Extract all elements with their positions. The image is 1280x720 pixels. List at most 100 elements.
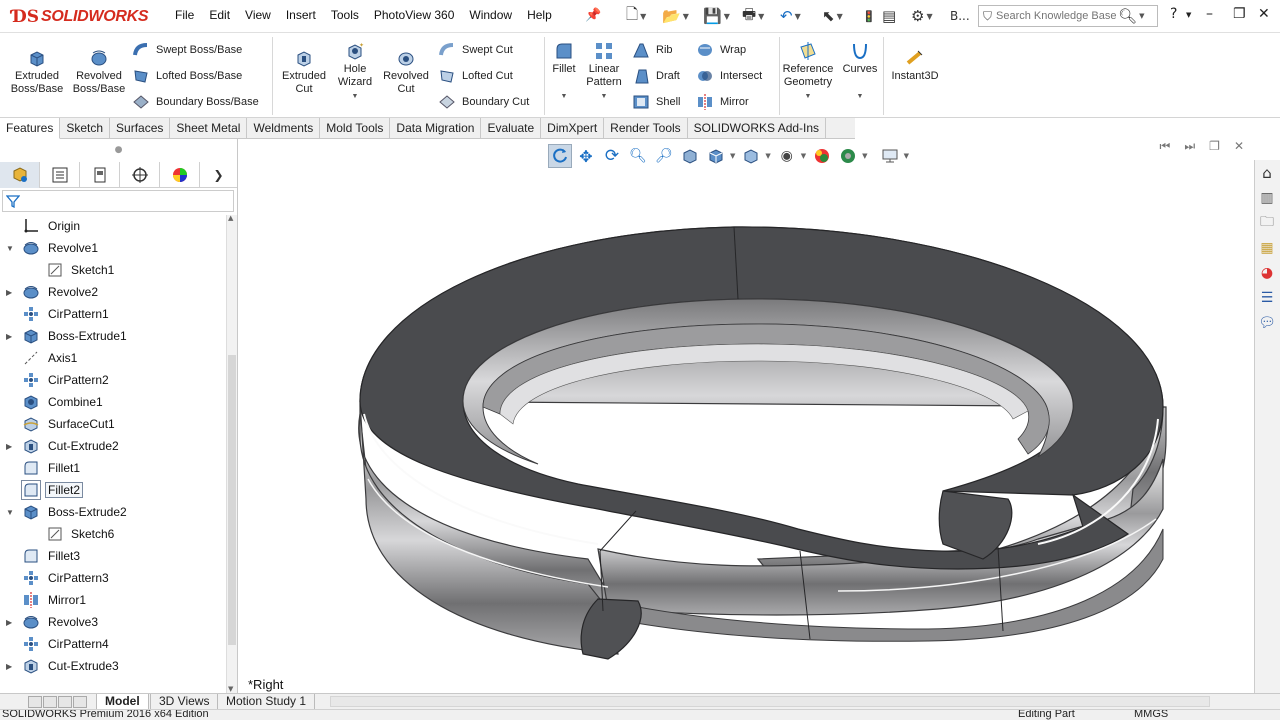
propertymanager-tab[interactable]	[40, 162, 80, 188]
tree-item[interactable]: CirPattern2	[0, 369, 226, 391]
intersect-button[interactable]: Intersect	[696, 67, 762, 85]
curves-button[interactable]: Curves ▼	[840, 41, 880, 103]
tree-item[interactable]: ▶ Revolve3	[0, 611, 226, 633]
save-button[interactable]: 💾 ▼	[703, 6, 730, 26]
quick-access-overflow[interactable]: B...	[950, 6, 970, 26]
new-document-button[interactable]: 🗋 ▼	[626, 5, 646, 26]
appearances-button[interactable]: ◕	[1255, 261, 1279, 285]
collapse-icon[interactable]: ▼	[6, 244, 16, 253]
tab-motion-study-1[interactable]: Motion Study 1	[217, 694, 316, 710]
tree-item[interactable]: Fillet3	[0, 545, 226, 567]
reference-geometry-dropdown-icon[interactable]: ▼	[780, 90, 836, 103]
tab-sketch[interactable]: Sketch	[60, 118, 111, 139]
scroll-thumb[interactable]	[228, 355, 236, 645]
menu-insert[interactable]: Insert	[286, 8, 316, 22]
swept-boss-button[interactable]: Swept Boss/Base	[132, 41, 242, 59]
tree-item[interactable]: ▶ Revolve2	[0, 281, 226, 303]
menu-window[interactable]: Window	[469, 8, 512, 22]
status-units[interactable]: MMGS	[1134, 710, 1168, 720]
tree-filter[interactable]	[2, 190, 234, 212]
displaymanager-tab[interactable]	[160, 162, 200, 188]
configurationmanager-tab[interactable]	[80, 162, 120, 188]
help-icon[interactable]: ?	[1170, 6, 1177, 22]
tree-item[interactable]: SurfaceCut1	[0, 413, 226, 435]
print-button[interactable]: 🖶 ▼	[742, 5, 764, 26]
solidworks-logo[interactable]: ƊS SOLIDWORKS	[12, 6, 149, 28]
search-dropdown-icon[interactable]: ▼	[1139, 12, 1144, 20]
tab-features[interactable]: Features	[0, 118, 61, 139]
reference-geometry-button[interactable]: Reference Geometry ▼	[780, 41, 836, 103]
scroll-up-icon[interactable]: ▲	[228, 214, 233, 222]
revolved-boss-button[interactable]: Revolved Boss/Base	[70, 48, 128, 96]
help-dropdown-icon[interactable]: ▼	[1186, 11, 1191, 19]
menu-help[interactable]: Help	[527, 8, 552, 22]
collapse-icon[interactable]: ▼	[6, 508, 16, 517]
lofted-cut-button[interactable]: Lofted Cut	[438, 67, 513, 85]
featuremanager-tab[interactable]	[0, 162, 40, 188]
split-ring-part-model[interactable]	[238, 139, 1254, 693]
tree-item[interactable]: Combine1	[0, 391, 226, 413]
forum-button[interactable]: 💬︎	[1255, 311, 1279, 335]
tree-item[interactable]: Origin	[0, 215, 226, 237]
swept-cut-button[interactable]: Swept Cut	[438, 41, 513, 59]
menu-file[interactable]: File	[175, 8, 194, 22]
linear-pattern-dropdown-icon[interactable]: ▼	[582, 90, 626, 103]
tree-item[interactable]: Sketch1	[0, 259, 226, 281]
tab-sheet-metal[interactable]: Sheet Metal	[170, 118, 248, 139]
restore-icon[interactable]: ❐	[1233, 6, 1246, 22]
instant3d-button[interactable]: Instant3D	[886, 48, 944, 83]
tree-item[interactable]: CirPattern3	[0, 567, 226, 589]
dimxpertmanager-tab[interactable]	[120, 162, 160, 188]
close-icon[interactable]: ✕	[1258, 6, 1270, 22]
design-library-button[interactable]: ▥	[1255, 186, 1279, 210]
extruded-cut-button[interactable]: Extruded Cut	[276, 48, 332, 96]
tab-scroll-buttons[interactable]	[28, 696, 88, 708]
menu-photoview[interactable]: PhotoView 360	[374, 8, 455, 22]
tree-scrollbar[interactable]: ▲ ▼	[226, 214, 237, 693]
tree-item[interactable]: Fillet2	[0, 479, 226, 501]
tree-item[interactable]: Sketch6	[0, 523, 226, 545]
expand-icon[interactable]: ▶	[6, 662, 16, 671]
scroll-down-icon[interactable]: ▼	[228, 685, 233, 693]
expand-icon[interactable]: ▶	[6, 332, 16, 341]
rib-button[interactable]: Rib	[632, 41, 673, 59]
search-box[interactable]: ⛉ 🔍︎ ▼	[978, 5, 1158, 27]
minimize-icon[interactable]: –	[1206, 6, 1213, 22]
wrap-button[interactable]: Wrap	[696, 41, 746, 59]
expand-icon[interactable]: ▶	[6, 442, 16, 451]
search-input[interactable]	[996, 10, 1117, 22]
menu-tools[interactable]: Tools	[331, 8, 359, 22]
tab-render-tools[interactable]: Render Tools	[604, 118, 688, 139]
menu-edit[interactable]: Edit	[209, 8, 230, 22]
view-palette-button[interactable]: ▦	[1255, 236, 1279, 260]
boundary-cut-button[interactable]: Boundary Cut	[438, 93, 529, 111]
rebuild-button[interactable]: 🚦	[862, 6, 876, 26]
search-icon[interactable]: 🔍︎	[1118, 7, 1137, 25]
expand-icon[interactable]: ▶	[6, 618, 16, 627]
hole-wizard-button[interactable]: ✦ Hole Wizard ▼	[330, 41, 380, 103]
tab-surfaces[interactable]: Surfaces	[110, 118, 171, 139]
tab-weldments[interactable]: Weldments	[247, 118, 321, 139]
tree-item[interactable]: Mirror1	[0, 589, 226, 611]
curves-dropdown-icon[interactable]: ▼	[840, 90, 880, 103]
panel-grip[interactable]: ●	[0, 139, 237, 161]
tab-3d-views[interactable]: 3D Views	[150, 694, 219, 710]
graphics-area[interactable]: ✥ ⟳ 🔍︎ 🔎︎ ▼ ▼ ◉ ▼ ▼ ▼ ⏮ ⏭ ❐ ✕ *Right	[238, 139, 1254, 693]
tree-item[interactable]: Fillet1	[0, 457, 226, 479]
file-explorer-button[interactable]: 🗀	[1255, 211, 1279, 235]
boundary-boss-button[interactable]: Boundary Boss/Base	[132, 93, 259, 111]
tree-item[interactable]: ▶ Cut-Extrude2	[0, 435, 226, 457]
tree-item[interactable]: ▼ Revolve1	[0, 237, 226, 259]
tab-mold-tools[interactable]: Mold Tools	[320, 118, 391, 139]
menu-view[interactable]: View	[245, 8, 271, 22]
tree-item[interactable]: CirPattern4	[0, 633, 226, 655]
lofted-boss-button[interactable]: Lofted Boss/Base	[132, 67, 242, 85]
shell-button[interactable]: Shell	[632, 93, 680, 111]
options-button[interactable]: ⚙ ▼	[911, 6, 933, 26]
expand-icon[interactable]: ▶	[6, 288, 16, 297]
fillet-button[interactable]: Fillet ▼	[548, 41, 580, 103]
fillet-dropdown-icon[interactable]: ▼	[548, 90, 580, 103]
revolved-cut-button[interactable]: Revolved Cut	[378, 48, 434, 96]
open-button[interactable]: 📂 ▼	[662, 6, 689, 26]
mirror-button[interactable]: Mirror	[696, 93, 749, 111]
